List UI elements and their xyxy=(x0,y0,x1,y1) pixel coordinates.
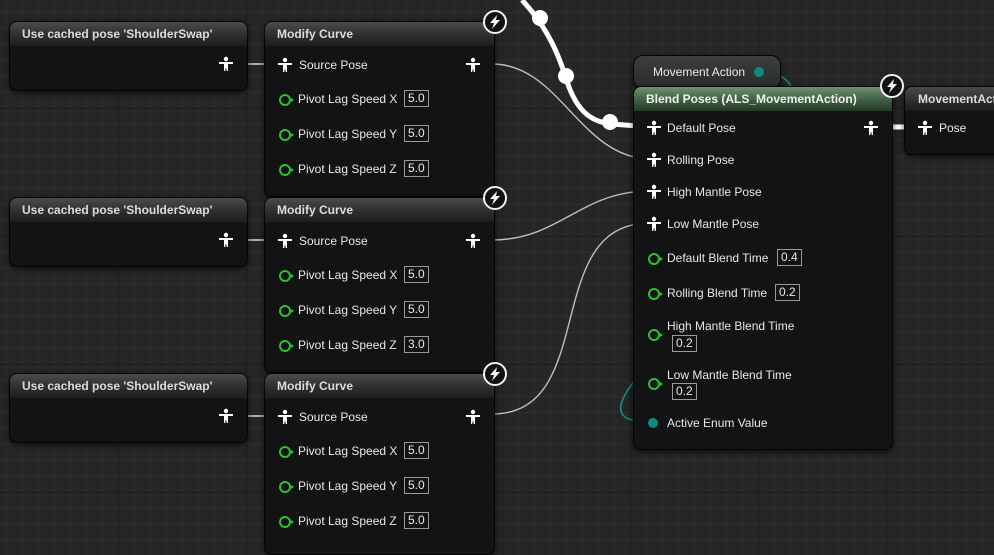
float-pin-icon[interactable] xyxy=(279,129,294,141)
float-pin-icon[interactable] xyxy=(648,329,663,341)
rolling-blend-time-field[interactable]: 0.2 xyxy=(775,284,800,301)
lightning-bolt-icon xyxy=(880,74,904,98)
high-mantle-blend-time-field[interactable]: 0.2 xyxy=(672,335,697,352)
high-mantle-pose-label: High Mantle Pose xyxy=(667,185,762,199)
movement-action-label: Movement Action xyxy=(653,65,746,79)
source-pose-label: Source Pose xyxy=(299,410,368,424)
pivot-lag-z-label: Pivot Lag Speed Z xyxy=(298,338,397,352)
rolling-blend-time-label: Rolling Blend Time xyxy=(667,286,768,300)
high-mantle-blend-time-label: High Mantle Blend Time xyxy=(667,319,795,333)
pivot-lag-x-label: Pivot Lag Speed X xyxy=(298,92,398,106)
modify-curve-node[interactable]: Modify Curve Source Pose Pivot Lag Speed… xyxy=(264,21,495,197)
pivot-lag-x-label: Pivot Lag Speed X xyxy=(298,268,398,282)
cached-pose-node[interactable]: Use cached pose 'ShoulderSwap' xyxy=(9,373,248,443)
pivot-lag-x-field[interactable]: 5.0 xyxy=(404,266,429,283)
float-pin-icon[interactable] xyxy=(279,340,294,352)
float-pin-icon[interactable] xyxy=(648,288,663,300)
pose-input-icon[interactable] xyxy=(277,233,293,249)
lightning-bolt-icon xyxy=(483,362,507,386)
pose-output-icon[interactable] xyxy=(863,120,879,136)
pose-input-icon[interactable] xyxy=(917,120,933,136)
node-title: Use cached pose 'ShoulderSwap' xyxy=(10,374,247,398)
float-pin-icon[interactable] xyxy=(648,253,663,265)
lightning-bolt-icon xyxy=(483,10,507,34)
default-blend-time-label: Default Blend Time xyxy=(667,251,769,265)
pose-input-icon[interactable] xyxy=(646,184,662,200)
source-pose-label: Source Pose xyxy=(299,58,368,72)
pose-output-icon[interactable] xyxy=(465,409,481,425)
pose-output-icon[interactable] xyxy=(465,57,481,73)
pivot-lag-y-label: Pivot Lag Speed Y xyxy=(298,303,398,317)
pose-output-icon[interactable] xyxy=(218,408,234,424)
pose-input-label: Pose xyxy=(939,121,967,135)
pose-output-icon[interactable] xyxy=(218,232,234,248)
pose-output-icon[interactable] xyxy=(218,56,234,72)
default-pose-label: Default Pose xyxy=(667,121,736,135)
pivot-lag-y-label: Pivot Lag Speed Y xyxy=(298,127,398,141)
cached-pose-node[interactable]: Use cached pose 'ShoulderSwap' xyxy=(9,21,248,91)
enum-output-pin[interactable] xyxy=(754,67,764,77)
pose-input-icon[interactable] xyxy=(277,409,293,425)
float-pin-icon[interactable] xyxy=(279,270,294,282)
float-pin-icon[interactable] xyxy=(279,94,294,106)
node-title: Modify Curve xyxy=(265,374,494,398)
float-pin-icon[interactable] xyxy=(279,305,294,317)
pivot-lag-z-label: Pivot Lag Speed Z xyxy=(298,514,397,528)
default-blend-time-field[interactable]: 0.4 xyxy=(777,249,802,266)
pose-input-icon[interactable] xyxy=(646,216,662,232)
pose-input-icon[interactable] xyxy=(277,57,293,73)
active-enum-value-label: Active Enum Value xyxy=(667,416,768,430)
pivot-lag-x-label: Pivot Lag Speed X xyxy=(298,444,398,458)
enum-input-pin[interactable] xyxy=(648,418,658,428)
wire-low-mantle-pose xyxy=(491,222,651,415)
pose-output-icon[interactable] xyxy=(465,233,481,249)
lightning-bolt-icon xyxy=(483,186,507,210)
pose-input-icon[interactable] xyxy=(646,120,662,136)
float-pin-icon[interactable] xyxy=(279,481,294,493)
pivot-lag-z-field[interactable]: 5.0 xyxy=(404,512,429,529)
pivot-lag-y-field[interactable]: 5.0 xyxy=(404,477,429,494)
movement-action-variable[interactable]: Movement Action xyxy=(633,55,781,89)
float-pin-icon[interactable] xyxy=(279,516,294,528)
wire-knot xyxy=(602,114,618,130)
rolling-pose-label: Rolling Pose xyxy=(667,153,735,167)
cached-pose-node[interactable]: Use cached pose 'ShoulderSwap' xyxy=(9,197,248,267)
float-pin-icon[interactable] xyxy=(279,446,294,458)
pivot-lag-y-field[interactable]: 5.0 xyxy=(404,301,429,318)
wire-knot xyxy=(558,68,574,84)
node-title: Use cached pose 'ShoulderSwap' xyxy=(10,22,247,46)
pivot-lag-y-label: Pivot Lag Speed Y xyxy=(298,479,398,493)
pivot-lag-z-label: Pivot Lag Speed Z xyxy=(298,162,397,176)
pose-input-icon[interactable] xyxy=(646,152,662,168)
pivot-lag-z-field[interactable]: 3.0 xyxy=(404,336,429,353)
wire-high-mantle-pose xyxy=(491,190,651,241)
blend-poses-node[interactable]: Blend Poses (ALS_MovementAction) Default… xyxy=(633,86,893,450)
node-title: Modify Curve xyxy=(265,22,494,46)
float-pin-icon[interactable] xyxy=(648,378,663,390)
node-title: Blend Poses (ALS_MovementAction) xyxy=(634,87,892,111)
pivot-lag-x-field[interactable]: 5.0 xyxy=(404,90,429,107)
low-mantle-blend-time-field[interactable]: 0.2 xyxy=(672,383,697,400)
modify-curve-node[interactable]: Modify Curve Source Pose Pivot Lag Speed… xyxy=(264,197,495,373)
node-title: MovementAction xyxy=(905,87,994,111)
pivot-lag-x-field[interactable]: 5.0 xyxy=(404,442,429,459)
low-mantle-blend-time-label: Low Mantle Blend Time xyxy=(667,368,792,382)
pivot-lag-z-field[interactable]: 5.0 xyxy=(404,160,429,177)
node-title: Modify Curve xyxy=(265,198,494,222)
wire-knot xyxy=(532,10,548,26)
source-pose-label: Source Pose xyxy=(299,234,368,248)
node-title: Use cached pose 'ShoulderSwap' xyxy=(10,198,247,222)
pivot-lag-y-field[interactable]: 5.0 xyxy=(404,125,429,142)
low-mantle-pose-label: Low Mantle Pose xyxy=(667,217,760,231)
float-pin-icon[interactable] xyxy=(279,164,294,176)
modify-curve-node[interactable]: Modify Curve Source Pose Pivot Lag Speed… xyxy=(264,373,495,555)
movement-action-output-node[interactable]: MovementAction Pose xyxy=(904,86,994,155)
